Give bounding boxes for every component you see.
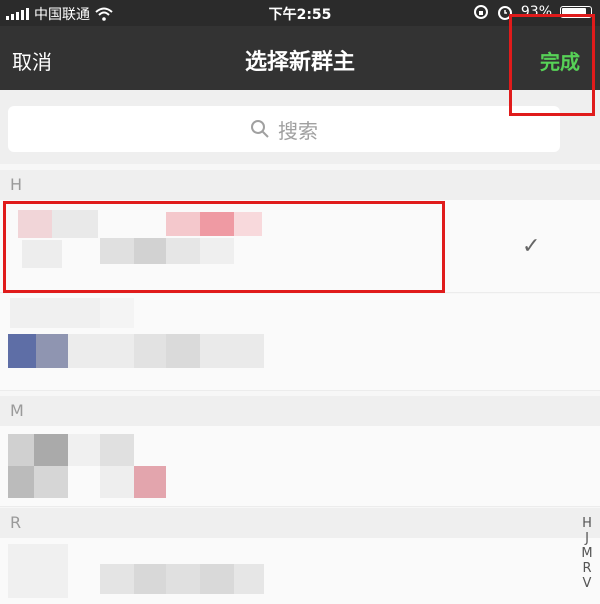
contact-row[interactable]: [0, 294, 600, 391]
search-icon: [251, 120, 269, 138]
lock-rotation-icon: [473, 5, 488, 19]
status-bar: 中国联通 下午2:55 93%: [0, 0, 600, 26]
contact-name: [100, 238, 134, 264]
section-header-r: R: [0, 508, 600, 538]
contact-name: [166, 564, 200, 594]
contact-name: [166, 238, 200, 264]
index-letter[interactable]: V: [583, 576, 592, 591]
contact-name: [100, 434, 134, 466]
contact-name: [100, 564, 134, 594]
contact-name: [166, 212, 200, 236]
contact-row-selected[interactable]: [0, 200, 600, 293]
battery-percent: 93%: [520, 4, 552, 20]
battery-icon: [560, 6, 592, 18]
search-placeholder: 搜索: [278, 118, 318, 143]
avatar: [8, 334, 36, 368]
avatar: [34, 466, 68, 498]
avatar: [36, 334, 68, 368]
cancel-button[interactable]: 取消: [12, 46, 52, 75]
avatar: [34, 434, 68, 466]
nav-bar: 取消 选择新群主 完成: [0, 26, 600, 90]
contact-name: [134, 238, 166, 264]
alphabet-index[interactable]: H J M R V: [578, 516, 596, 591]
contact-name: [100, 466, 134, 498]
section-header-m: M: [0, 396, 600, 426]
contact-name: [134, 334, 166, 368]
page-title: 选择新群主: [244, 50, 355, 75]
avatar: [8, 466, 34, 498]
contact-row[interactable]: [0, 538, 600, 604]
avatar: [52, 210, 98, 238]
contact-name: [68, 334, 134, 368]
contact-name: [134, 466, 166, 498]
contact-row[interactable]: [0, 426, 600, 507]
contact-name: [200, 334, 264, 368]
index-letter[interactable]: R: [582, 561, 591, 576]
contact-name: [200, 564, 234, 594]
contact-name: [68, 434, 100, 466]
done-button[interactable]: 完成: [540, 46, 580, 75]
search-area: 搜索: [0, 90, 600, 164]
index-letter[interactable]: M: [581, 546, 592, 561]
avatar: [8, 434, 34, 466]
avatar: [18, 210, 52, 238]
avatar: [8, 544, 68, 598]
selected-check-icon: ✓: [522, 234, 541, 259]
contact-name: [200, 238, 234, 264]
contact-name: [166, 334, 200, 368]
contact-name: [200, 212, 234, 236]
contact-name: [10, 298, 100, 328]
index-letter[interactable]: J: [585, 531, 589, 546]
contact-name: [100, 298, 134, 328]
alarm-icon: [497, 6, 512, 20]
contact-name: [234, 212, 262, 236]
section-header-h: H: [0, 170, 600, 200]
index-letter[interactable]: H: [582, 516, 592, 531]
contact-name: [234, 564, 264, 594]
contact-name: [134, 564, 166, 594]
status-right: 93%: [473, 4, 592, 20]
avatar: [22, 240, 62, 268]
search-input[interactable]: 搜索: [8, 106, 560, 152]
